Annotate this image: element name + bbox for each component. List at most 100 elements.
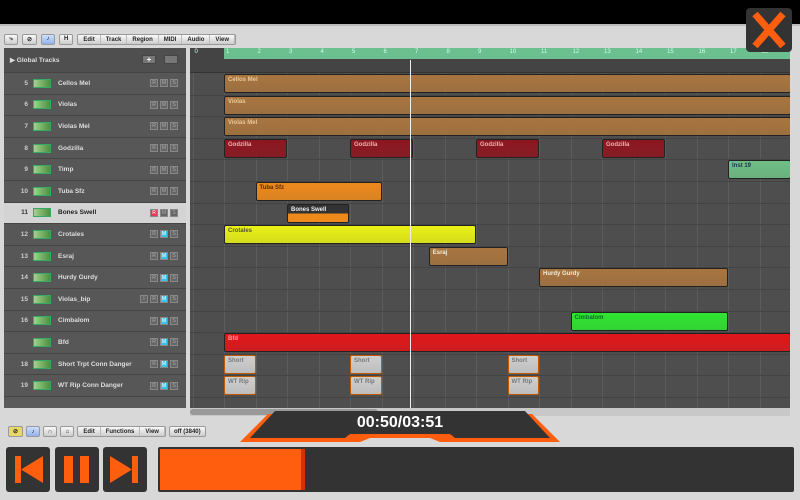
record-enable-button[interactable]: R xyxy=(150,187,158,196)
solo-button[interactable]: S xyxy=(170,208,178,217)
mute-button[interactable]: M xyxy=(160,295,168,304)
arrange-area[interactable]: 0123456789101112131415161718 Cellos Mel V… xyxy=(190,48,790,408)
mute-button[interactable]: M xyxy=(160,360,168,369)
progress-bar[interactable] xyxy=(158,447,794,492)
record-enable-button[interactable]: R xyxy=(150,100,158,109)
bar-ruler[interactable]: 0123456789101112131415161718 xyxy=(190,48,790,73)
toolbar-button-1[interactable]: ⤷ xyxy=(4,33,18,45)
region[interactable]: Godzilla xyxy=(350,138,413,158)
solo-button[interactable]: S xyxy=(170,273,178,282)
region[interactable]: Short xyxy=(507,354,539,374)
mute-button[interactable]: M xyxy=(160,187,168,196)
mute-button[interactable]: M xyxy=(160,122,168,131)
track-row[interactable]: 19 WT Rip Conn Danger R M S xyxy=(4,375,186,397)
solo-button[interactable]: S xyxy=(170,144,178,153)
mute-button[interactable]: M xyxy=(160,338,168,347)
solo-button[interactable]: S xyxy=(170,338,178,347)
record-enable-button[interactable]: R xyxy=(150,252,158,261)
mute-button[interactable]: M xyxy=(160,144,168,153)
record-enable-button[interactable]: R xyxy=(150,316,158,325)
track-row[interactable]: 15 Violas_bip I R M S xyxy=(4,289,186,311)
mute-button[interactable]: M xyxy=(160,165,168,174)
solo-button[interactable]: S xyxy=(170,252,178,261)
mute-button[interactable]: M xyxy=(160,79,168,88)
solo-button[interactable]: S xyxy=(170,316,178,325)
mute-button[interactable]: M xyxy=(160,252,168,261)
track-row[interactable]: 10 Tuba Sfz R M S xyxy=(4,181,186,203)
track-row[interactable]: 14 Hurdy Gurdy R M S xyxy=(4,267,186,289)
region[interactable]: Godzilla xyxy=(602,138,665,158)
menu-audio[interactable]: Audio xyxy=(182,34,211,44)
region[interactable]: WT Rip xyxy=(350,376,382,396)
region[interactable]: Short xyxy=(224,354,256,374)
track-row[interactable]: 12 Crotales R M S xyxy=(4,224,186,246)
region[interactable]: WT Rip xyxy=(224,376,256,396)
solo-button[interactable]: S xyxy=(170,360,178,369)
record-enable-button[interactable]: R xyxy=(150,165,158,174)
record-enable-button[interactable]: R xyxy=(150,144,158,153)
mute-button[interactable]: M xyxy=(160,230,168,239)
input-button[interactable]: I xyxy=(140,295,148,304)
solo-button[interactable]: S xyxy=(170,381,178,390)
region[interactable]: Cellos Mel xyxy=(224,74,790,93)
record-enable-button[interactable]: R xyxy=(150,79,158,88)
track-row[interactable]: 7 Violas Mel R M S xyxy=(4,116,186,138)
track-row[interactable]: Bfd R M S xyxy=(4,332,186,354)
add-track-button[interactable]: + xyxy=(142,55,156,64)
solo-button[interactable]: S xyxy=(170,165,178,174)
menu-region[interactable]: Region xyxy=(127,34,159,44)
pause-button[interactable] xyxy=(55,447,99,492)
headphones-button[interactable]: ∩ xyxy=(43,426,58,437)
region[interactable]: Godzilla xyxy=(224,138,287,158)
track-row[interactable]: 9 Timp R M S xyxy=(4,159,186,181)
region[interactable]: Violas Mel xyxy=(224,117,790,137)
mute-button[interactable]: M xyxy=(160,208,168,217)
solo-button[interactable]: S xyxy=(170,100,178,109)
quantize-button[interactable]: ⌂ xyxy=(60,426,75,437)
solo-button[interactable]: S xyxy=(170,79,178,88)
next-button[interactable] xyxy=(103,447,147,492)
menu-view[interactable]: View xyxy=(210,34,235,44)
region[interactable]: Bfd xyxy=(224,333,790,353)
menu-edit[interactable]: Edit xyxy=(78,34,101,44)
track-row[interactable]: 11 Bones Swell R M S xyxy=(4,202,186,225)
link-button-2[interactable]: ⊘ xyxy=(8,426,24,437)
region[interactable]: Cimbalom xyxy=(570,311,728,331)
record-enable-button[interactable]: R xyxy=(150,230,158,239)
region[interactable]: Short xyxy=(350,354,382,374)
track-row[interactable]: 5 Cellos Mel R M S xyxy=(4,73,186,95)
record-enable-button[interactable]: R xyxy=(150,381,158,390)
playhead[interactable] xyxy=(409,60,411,408)
menu-edit-2[interactable]: Edit xyxy=(78,427,101,436)
record-enable-button[interactable]: R xyxy=(150,273,158,282)
region[interactable]: Hurdy Gurdy xyxy=(539,268,728,288)
mute-button[interactable]: M xyxy=(160,273,168,282)
menu-track[interactable]: Track xyxy=(101,34,128,44)
record-enable-button[interactable]: R xyxy=(150,208,158,217)
region[interactable]: Esraj xyxy=(428,246,508,266)
solo-button[interactable]: S xyxy=(170,187,178,196)
menu-functions[interactable]: Functions xyxy=(101,427,141,436)
track-row[interactable]: 8 Godzilla R M S xyxy=(4,137,186,160)
record-enable-button[interactable]: R xyxy=(150,338,158,347)
menu-midi[interactable]: MIDI xyxy=(159,34,183,44)
track-row[interactable]: 18 Short Trpt Conn Danger R M S xyxy=(4,353,186,376)
region[interactable]: Bones Swell xyxy=(287,203,349,223)
solo-button[interactable]: S xyxy=(170,295,178,304)
region[interactable]: Tuba Sfz xyxy=(255,182,382,201)
record-enable-button[interactable]: R xyxy=(150,122,158,131)
pointer-tool-button[interactable]: ♪ xyxy=(41,33,56,45)
mute-button[interactable]: M xyxy=(160,316,168,325)
track-row[interactable]: 13 Esraj R M S xyxy=(4,245,186,268)
mute-button[interactable]: M xyxy=(160,381,168,390)
snap-select[interactable]: off (3840) xyxy=(168,426,206,437)
mute-button[interactable]: M xyxy=(160,100,168,109)
link-button[interactable]: ⊘ xyxy=(22,33,38,45)
region[interactable]: Violas xyxy=(224,95,790,115)
region[interactable]: WT Rip xyxy=(507,376,539,396)
pointer-tool-button-2[interactable]: ♪ xyxy=(26,426,41,437)
folder-button[interactable] xyxy=(164,55,178,64)
menu-view-2[interactable]: View xyxy=(140,427,165,436)
hide-button[interactable]: H xyxy=(59,33,74,45)
region[interactable]: Crotales xyxy=(224,225,476,245)
